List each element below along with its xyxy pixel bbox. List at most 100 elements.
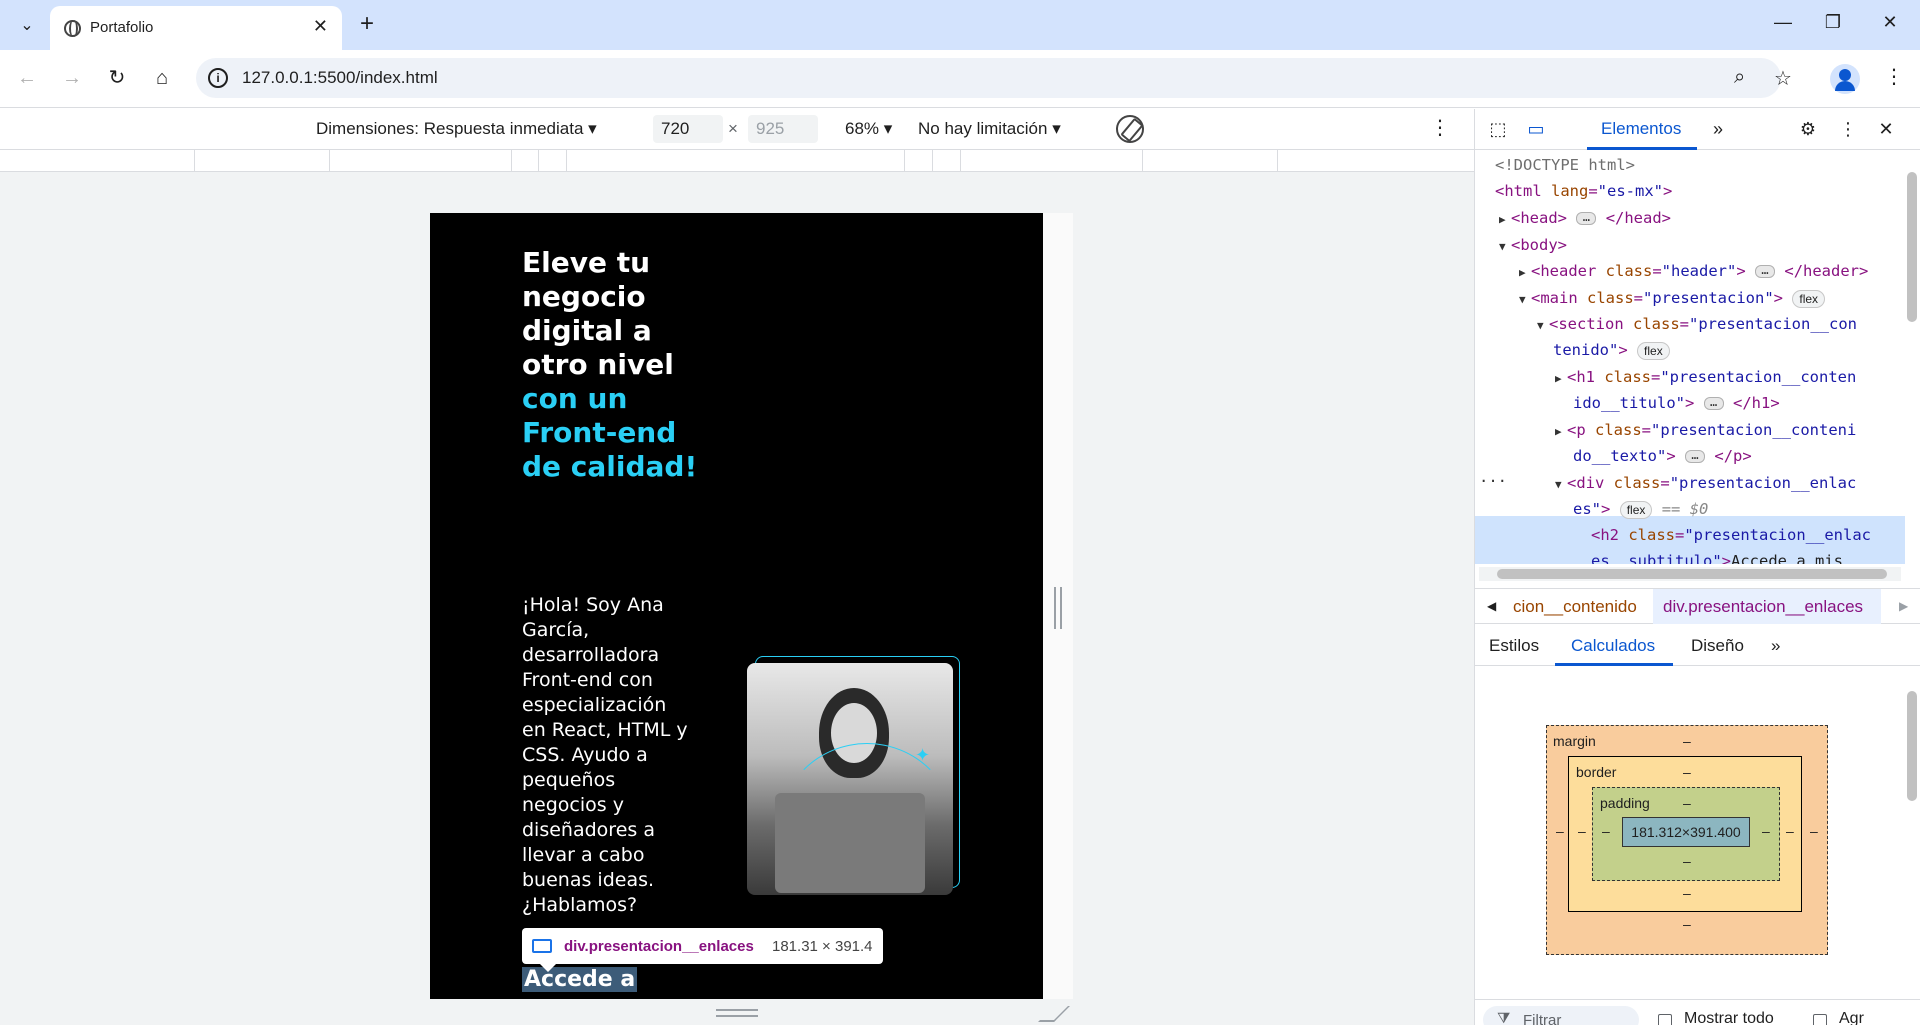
reload-button[interactable]: ↻ [102, 64, 132, 94]
browser-titlebar: ⌄ Portafolio ✕ + — ❐ ✕ [0, 0, 1920, 50]
more-subtabs-icon[interactable]: » [1771, 636, 1780, 656]
chevron-down-icon: ⌄ [20, 17, 34, 34]
breadcrumb-left-arrow[interactable]: ◀ [1487, 599, 1496, 613]
dom-horizontal-scrollbar[interactable] [1479, 567, 1901, 581]
width-input[interactable]: 720 [653, 115, 723, 143]
filter-icon: ⧩ [1497, 1010, 1511, 1025]
dropdown-arrow-icon: ▾ [883, 119, 893, 138]
dom-vertical-scrollbar[interactable] [1903, 152, 1919, 564]
breadcrumb-prev[interactable]: cion__contenido [1513, 597, 1637, 617]
tab-title: Portafolio [90, 19, 154, 36]
address-bar[interactable]: i 127.0.0.1:5500/index.html ⌕ ☆ [196, 58, 1792, 98]
new-tab-button[interactable]: + [352, 10, 382, 40]
profile-photo: ✦ [747, 663, 953, 895]
more-tabs-icon[interactable]: » [1707, 119, 1729, 141]
tab-layout[interactable]: Diseño [1691, 636, 1744, 656]
tooltip-element-name: div.presentacion__enlaces [564, 938, 754, 955]
inspect-tooltip: div.presentacion__enlaces 181.31 × 391.4 [522, 928, 883, 972]
dom-node-html[interactable]: <html lang="es-mx"> [1495, 178, 1672, 205]
devtools-topbar: ⬚ ▭ Elementos » ⚙ ⋮ ✕ [1475, 109, 1920, 150]
rotate-icon[interactable] [1116, 115, 1144, 143]
hero-title-white: Eleve tu negocio digital a otro nivel [522, 246, 674, 381]
computed-filter-bar: ⧩ Filtrar Mostrar todo Agr [1475, 999, 1920, 1025]
inspect-element-icon[interactable]: ⬚ [1487, 119, 1509, 141]
dom-tree[interactable]: <!DOCTYPE html> <html lang="es-mx"> ▶ <he… [1475, 152, 1905, 564]
emulated-page: Eleve tu negocio digital a otro nivel co… [430, 213, 1043, 999]
dom-node-doctype[interactable]: <!DOCTYPE html> [1495, 152, 1635, 179]
throttle-dropdown[interactable]: No hay limitación ▾ [918, 119, 1061, 139]
resize-handle-corner[interactable] [1038, 1006, 1070, 1022]
node-actions-icon[interactable]: ··· [1479, 468, 1507, 495]
globe-icon [64, 20, 81, 37]
dom-node-p[interactable]: ▶ <p class="presentacion__conteni [1555, 417, 1856, 446]
throttle-label: No hay limitación [918, 119, 1048, 138]
sidebar-tabs: Estilos Calculados Diseño » [1475, 624, 1920, 666]
site-info-icon[interactable]: i [208, 68, 228, 88]
profile-avatar[interactable] [1830, 64, 1860, 94]
back-button[interactable]: ← [12, 64, 42, 94]
breadcrumb-active[interactable]: div.presentacion__enlaces [1663, 597, 1863, 617]
computed-vertical-scrollbar[interactable] [1903, 669, 1919, 995]
margin-label: margin [1553, 733, 1596, 749]
resize-handle-bottom[interactable] [716, 1009, 758, 1017]
url-text: 127.0.0.1:5500/index.html [242, 68, 438, 87]
padding-label: padding [1600, 795, 1650, 811]
device-emulation-area: Dimensiones: Respuesta inmediata ▾ 720 ×… [0, 109, 1474, 1025]
dimensions-label: Dimensiones: Respuesta inmediata [316, 119, 584, 138]
filter-input[interactable]: ⧩ Filtrar [1483, 1006, 1639, 1025]
settings-gear-icon[interactable]: ⚙ [1797, 119, 1819, 141]
device-more-icon[interactable]: ⋮ [1430, 115, 1450, 140]
browser-toolbar: ← → ↻ ⌂ i 127.0.0.1:5500/index.html ⌕ ☆ … [0, 50, 1920, 108]
active-tab-indicator [1587, 147, 1697, 150]
dom-node-div-selected[interactable]: ▼ <div class="presentacion__enlac [1555, 470, 1856, 499]
dom-node-head[interactable]: ▶ <head> … </head> [1499, 205, 1671, 234]
height-input[interactable]: 925 [748, 115, 818, 143]
tab-styles[interactable]: Estilos [1489, 636, 1539, 656]
box-model-diagram: margin – border – padding – 181.312×391.… [1546, 725, 1828, 955]
dom-node-main[interactable]: ▼ <main class="presentacion"> flex [1519, 285, 1826, 314]
show-all-label: Mostrar todo [1684, 1010, 1774, 1025]
tab-elements[interactable]: Elementos [1601, 119, 1681, 139]
tooltip-element-size: 181.31 × 391.4 [772, 938, 873, 955]
close-window-button[interactable]: ✕ [1870, 12, 1910, 38]
devtools-panel: ⬚ ▭ Elementos » ⚙ ⋮ ✕ <!DOCTYPE html> <h… [1474, 109, 1920, 1025]
minimize-button[interactable]: — [1763, 12, 1803, 38]
dropdown-arrow-icon: ▾ [588, 119, 597, 138]
media-query-ruler [0, 150, 1474, 172]
resize-handle-right[interactable] [1054, 587, 1062, 629]
hero-intro-text: ¡Hola! Soy Ana García, desarrolladora Fr… [522, 594, 688, 916]
group-checkbox[interactable] [1813, 1014, 1827, 1025]
restore-button[interactable]: ❐ [1813, 12, 1853, 38]
devtools-menu-icon[interactable]: ⋮ [1837, 119, 1859, 141]
home-button[interactable]: ⌂ [147, 64, 177, 94]
browser-menu-icon[interactable]: ⋮ [1884, 64, 1904, 89]
browser-tab[interactable]: Portafolio ✕ [50, 6, 342, 50]
breadcrumb: ◀ cion__contenido div.presentacion__enla… [1475, 588, 1920, 624]
device-toggle-icon[interactable]: ▭ [1525, 119, 1547, 141]
tab-search-button[interactable]: ⌄ [12, 10, 42, 40]
close-tab-icon[interactable]: ✕ [313, 16, 328, 37]
tab-computed[interactable]: Calculados [1571, 636, 1655, 656]
hero-title-accent: con un Front-end de calidad! [522, 382, 698, 483]
times-sign: × [728, 119, 738, 138]
dom-node-h1[interactable]: ▶ <h1 class="presentacion__conten [1555, 364, 1856, 393]
dom-node-body[interactable]: ▼ <body> [1499, 232, 1567, 261]
hero-title: Eleve tu negocio digital a otro nivel co… [522, 246, 702, 484]
forward-button[interactable]: → [57, 64, 87, 94]
zoom-icon[interactable]: ⌕ [1734, 66, 1745, 89]
box-model-content[interactable]: 181.312×391.400 [1622, 817, 1750, 847]
close-devtools-icon[interactable]: ✕ [1875, 119, 1897, 141]
border-label: border [1576, 764, 1617, 780]
dom-node-header[interactable]: ▶ <header class="header"> … </header> [1519, 258, 1868, 287]
flex-container-icon [532, 939, 552, 953]
bookmark-star-icon[interactable]: ☆ [1774, 66, 1792, 91]
breadcrumb-right-arrow[interactable]: ▶ [1899, 599, 1908, 613]
device-toolbar: Dimensiones: Respuesta inmediata ▾ 720 ×… [0, 109, 1474, 150]
dom-node-section[interactable]: ▼ <section class="presentacion__con [1537, 311, 1857, 340]
show-all-checkbox[interactable] [1658, 1014, 1672, 1025]
zoom-label: 68% [845, 119, 880, 138]
dom-node-h2[interactable]: <h2 class="presentacion__enlac [1591, 522, 1871, 549]
zoom-dropdown[interactable]: 68% ▾ [845, 119, 892, 139]
dimensions-dropdown[interactable]: Dimensiones: Respuesta inmediata ▾ [316, 119, 597, 139]
active-subtab-indicator [1555, 663, 1673, 666]
